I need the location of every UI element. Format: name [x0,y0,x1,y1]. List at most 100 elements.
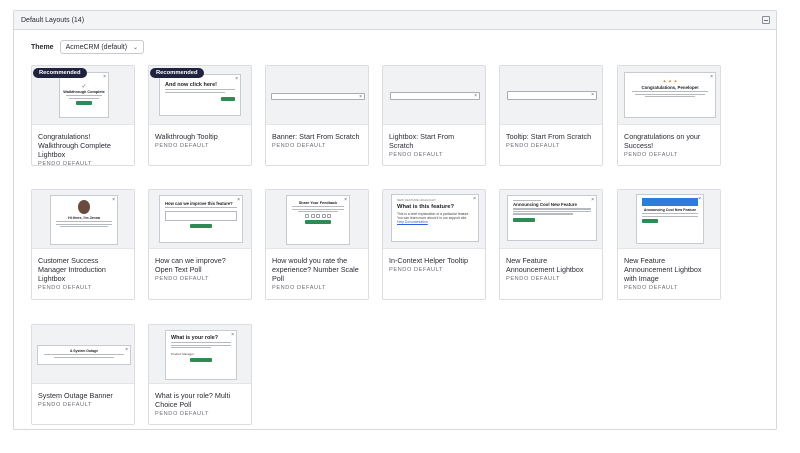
preview-banner: × A System Outage [37,345,131,365]
check-icon: ✓ [81,84,87,90]
layout-card-tooltip-scratch[interactable]: × Tooltip: Start From Scratch PENDO DEFA… [499,65,603,166]
layout-thumbnail: × How can we improve this feature? [149,190,251,249]
card-title: How would you rate the experience? Numbe… [272,256,359,283]
panel-title: Default Layouts (14) [21,16,85,24]
layout-card-csm-intro[interactable]: × Hi there, I'm Jenna Customer Success M… [31,189,135,300]
card-title: In-Context Helper Tooltip [389,256,468,265]
card-subtitle: PENDO DEFAULT [155,411,210,417]
layout-thumbnail: × NEW FEATURE HIGHLIGHT What is this fea… [383,190,485,249]
layout-thumbnail: × Share Your Feedback [266,190,368,249]
layout-thumbnail: Recommended × And now click here! [149,66,251,125]
preview-textarea [165,211,237,222]
layout-thumbnail: × What is your role? Product Manager [149,325,251,384]
layout-card-walkthrough-tooltip[interactable]: Recommended × And now click here! Walkth… [148,65,252,166]
card-title: New Feature Announcement Lightbox [506,256,584,274]
layout-card-helper-tooltip[interactable]: × NEW FEATURE HIGHLIGHT What is this fea… [382,189,486,300]
layout-thumbnail: × A System Outage [32,325,134,384]
preview-heading: Share Your Feedback [298,201,338,205]
preview-heading: What is your role? [171,335,219,341]
card-title: What is your role? Multi Choice Poll [155,391,231,409]
preview-heading: How can we improve this feature? [165,201,233,206]
preview-body-text: This is a brief explanation of a particu… [397,212,470,221]
scale-options [287,214,349,219]
theme-select[interactable]: AcmeCRM (default) ⌄ [59,40,145,54]
layout-card-congrats-success[interactable]: × ✦ ✦ ✦ Congratulations, Penelope! Congr… [617,65,721,166]
layout-card-banner-scratch[interactable]: × Banner: Start From Scratch PENDO DEFAU… [265,65,369,166]
preview-poll: × What is your role? Product Manager [165,330,237,380]
layout-thumbnail: × [383,66,485,125]
close-icon: × [591,197,594,203]
preview-body: This is a brief explanation of a particu… [392,210,478,225]
card-subtitle: PENDO DEFAULT [155,143,210,149]
preview-tooltip: × NEW FEATURE HIGHLIGHT What is this fea… [391,194,479,242]
card-title: New Feature Announcement Lightbox with I… [624,256,702,283]
layout-card-multi-choice-poll[interactable]: × What is your role? Product Manager Wha… [148,324,252,425]
card-subtitle: PENDO DEFAULT [38,285,93,291]
preview-poll: × Share Your Feedback [286,195,350,245]
avatar [78,200,90,214]
preview-button [76,100,92,105]
preview-button [221,96,235,101]
card-subtitle: PENDO DEFAULT [272,285,327,291]
preview-link: Help Documentation [397,220,428,225]
preview-button [190,357,212,362]
preview-heading: Congratulations, Penelope! [641,85,699,90]
preview-banner: × [271,93,365,100]
preview-option: Product Manager [171,351,195,356]
preview-tooltip: × And now click here! [159,74,241,116]
layout-card-new-feature-image[interactable]: × Announcing Cool New Feature New Featur… [617,189,721,300]
close-icon: × [698,196,701,202]
card-title: How can we improve? Open Text Poll [155,256,226,274]
card-title: Congratulations! Walkthrough Complete Li… [38,132,111,159]
card-title: Congratulations on your Success! [624,132,701,150]
close-icon: × [125,347,128,353]
card-subtitle: PENDO DEFAULT [38,402,93,408]
card-title: Lightbox: Start From Scratch [389,132,455,150]
recommended-badge: Recommended [33,68,87,78]
preview-heading: What is this feature? [397,204,455,210]
panel-header: Default Layouts (14) [14,11,776,30]
preview-heading: Walkthrough Complete [63,90,105,94]
close-icon: × [359,94,362,100]
card-subtitle: PENDO DEFAULT [389,267,444,273]
card-subtitle: PENDO DEFAULT [506,276,561,282]
preview-heading: Hi there, I'm Jenna [68,216,100,220]
close-icon: × [473,196,476,202]
card-subtitle: PENDO DEFAULT [624,285,679,291]
preview-lightbox: × ✦ ✦ ✦ Congratulations, Penelope! [624,72,716,118]
preview-lightbox: × Announcing Cool New Feature [636,194,704,244]
card-title: Customer Success Manager Introduction Li… [38,256,106,283]
layout-card-open-text-poll[interactable]: × How can we improve this feature? How c… [148,189,252,300]
card-subtitle: PENDO DEFAULT [272,143,327,149]
card-title: Walkthrough Tooltip [155,132,218,141]
theme-select-value: AcmeCRM (default) [65,43,128,51]
layout-card-new-feature[interactable]: × Announcing Cool New Feature New Featur… [499,189,603,300]
layout-thumbnail: × Announcing Cool New Feature [618,190,720,249]
recommended-badge: Recommended [150,68,204,78]
preview-button [642,218,658,223]
card-subtitle: PENDO DEFAULT [38,161,93,167]
preview-lightbox: × Hi there, I'm Jenna [50,195,118,245]
close-icon: × [235,76,238,82]
preview-lightbox: × Announcing Cool New Feature [507,195,597,241]
layout-thumbnail: × Announcing Cool New Feature [500,190,602,249]
close-icon: × [103,74,106,80]
preview-heading: Announcing Cool New Feature [643,208,697,212]
collapse-icon[interactable] [762,16,770,24]
layout-card-number-scale-poll[interactable]: × Share Your Feedback How would you rate… [265,189,369,300]
layout-card-system-outage[interactable]: × A System Outage System Outage Banner P… [31,324,135,425]
close-icon: × [474,93,477,99]
preview-heading: A System Outage [70,349,98,353]
preview-eyebrow: NEW FEATURE HIGHLIGHT [397,198,436,202]
card-title: Banner: Start From Scratch [272,132,360,141]
close-icon: × [237,197,240,203]
layout-card-walkthrough-complete[interactable]: Recommended × ✓ Walkthrough Complete Con… [31,65,135,167]
card-subtitle: PENDO DEFAULT [389,152,444,158]
card-subtitle: PENDO DEFAULT [624,152,679,158]
theme-row: Theme AcmeCRM (default) ⌄ [31,40,145,54]
preview-image [642,198,698,206]
close-icon: × [591,92,594,98]
preview-button [513,217,535,222]
layout-card-lightbox-scratch[interactable]: × Lightbox: Start From Scratch PENDO DEF… [382,65,486,166]
layout-thumbnail: × ✦ ✦ ✦ Congratulations, Penelope! [618,66,720,125]
